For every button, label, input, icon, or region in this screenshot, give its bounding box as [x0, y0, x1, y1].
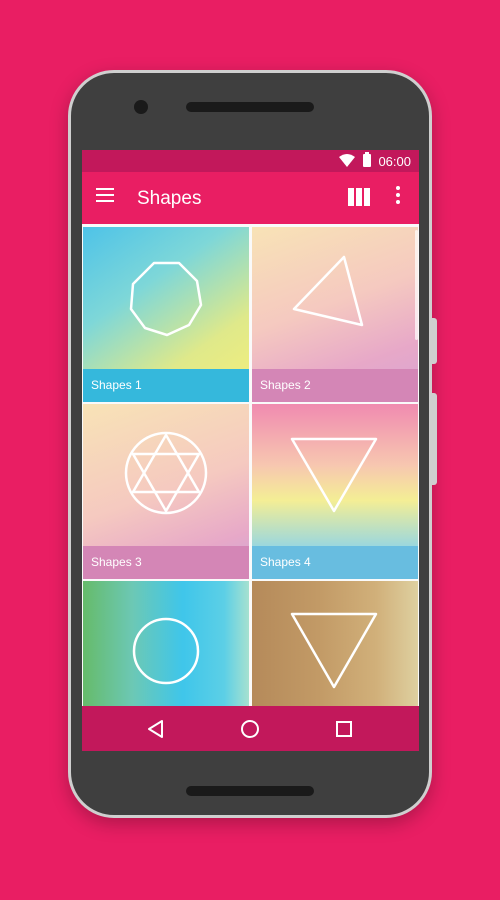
inverted-triangle-icon	[290, 612, 378, 689]
wifi-icon	[339, 154, 355, 167]
front-camera	[134, 100, 148, 114]
back-icon[interactable]	[144, 717, 168, 741]
circle-icon	[132, 617, 200, 685]
tile-label: Shapes 2	[260, 378, 311, 392]
system-nav-bar	[82, 706, 419, 751]
tile-label-bar: Shapes 2	[252, 369, 418, 402]
home-icon[interactable]	[238, 717, 262, 741]
tile-label-bar: Shapes 3	[83, 546, 249, 579]
status-bar: 06:00	[82, 150, 419, 172]
page-title: Shapes	[137, 188, 202, 209]
phone-screen: 06:00 Shapes Shapes 1 Shapes 2 Shapes 3 …	[82, 150, 419, 751]
earpiece-speaker	[186, 102, 314, 112]
scrollbar[interactable]	[415, 230, 418, 340]
app-toolbar: Shapes	[82, 172, 419, 224]
battery-icon	[363, 152, 371, 167]
bottom-speaker	[186, 786, 314, 796]
status-time: 06:00	[378, 154, 411, 169]
gallery-item-3[interactable]: Shapes 3	[83, 404, 249, 579]
gallery-item-4[interactable]: Shapes 4	[252, 404, 418, 579]
gallery-item-2[interactable]: Shapes 2	[252, 227, 418, 402]
gallery-item-1[interactable]: Shapes 1	[83, 227, 249, 402]
power-button	[432, 318, 437, 364]
tile-label-bar: Shapes 4	[252, 546, 418, 579]
hamburger-menu-icon[interactable]	[96, 188, 118, 208]
recents-icon[interactable]	[332, 717, 356, 741]
tile-label: Shapes 1	[91, 378, 142, 392]
volume-button	[432, 393, 437, 485]
gallery-item-5[interactable]	[83, 581, 249, 711]
column-view-icon[interactable]	[348, 188, 370, 206]
tile-label-bar: Shapes 1	[83, 369, 249, 402]
gallery-item-6[interactable]	[252, 581, 418, 711]
tile-label: Shapes 4	[260, 555, 311, 569]
more-vert-icon[interactable]	[392, 186, 404, 210]
tile-label: Shapes 3	[91, 555, 142, 569]
